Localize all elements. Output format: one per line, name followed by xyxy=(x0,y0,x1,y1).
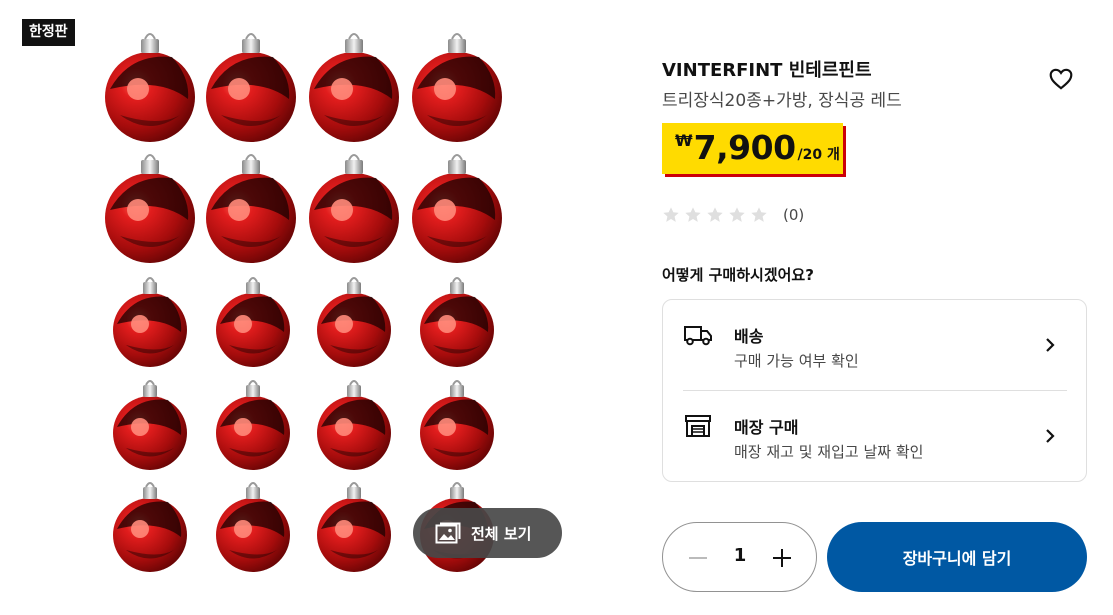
store-subtitle: 매장 재고 및 재입고 날짜 확인 xyxy=(734,443,924,461)
chevron-right-icon xyxy=(1046,429,1055,443)
star-icon xyxy=(729,207,745,222)
delivery-option[interactable]: 배송 구매 가능 여부 확인 xyxy=(663,300,1086,390)
star-icon xyxy=(663,207,679,222)
gallery-icon xyxy=(435,522,461,544)
delivery-title: 배송 xyxy=(734,327,764,346)
purchase-options: 배송 구매 가능 여부 확인 매장 구매 매장 재고 및 재입고 날짜 확인 xyxy=(662,299,1087,482)
price-currency: ₩ xyxy=(675,131,693,150)
price-unit: /20 개 xyxy=(797,147,840,163)
store-option[interactable]: 매장 구매 매장 재고 및 재입고 날짜 확인 xyxy=(663,391,1086,481)
rating[interactable]: (0) xyxy=(662,206,804,224)
store-title: 매장 구매 xyxy=(734,418,799,437)
star-icon xyxy=(685,207,701,222)
heart-icon[interactable] xyxy=(1048,66,1074,92)
plus-icon[interactable] xyxy=(770,546,794,570)
quantity-value[interactable]: 1 xyxy=(725,545,755,566)
product-info: VINTERFINT 빈테르핀트 트리장식20종+가방, 장식공 레드 ₩ 7,… xyxy=(662,0,1087,615)
truck-icon xyxy=(684,326,712,346)
rating-count: (0) xyxy=(783,206,805,224)
limited-edition-badge: 한정판 xyxy=(22,19,75,46)
price-value: 7,900 xyxy=(693,128,796,167)
price-tag: ₩ 7,900 /20 개 xyxy=(662,123,843,174)
chevron-right-icon xyxy=(1046,338,1055,352)
store-icon xyxy=(685,415,711,437)
minus-icon[interactable] xyxy=(686,546,710,570)
product-image[interactable] xyxy=(90,25,520,585)
product-name: VINTERFINT 빈테르핀트 xyxy=(662,60,872,81)
view-all-label: 전체 보기 xyxy=(471,524,532,543)
view-all-button[interactable]: 전체 보기 xyxy=(413,508,562,558)
star-icon xyxy=(751,207,767,222)
star-icon xyxy=(707,207,723,222)
product-gallery: 한정판 전체 보기 xyxy=(0,0,600,615)
quantity-stepper: 1 xyxy=(662,522,817,592)
delivery-subtitle: 구매 가능 여부 확인 xyxy=(734,352,859,370)
product-description: 트리장식20종+가방, 장식공 레드 xyxy=(662,91,902,111)
purchase-question: 어떻게 구매하시겠어요? xyxy=(662,266,814,284)
add-to-cart-button[interactable]: 장바구니에 담기 xyxy=(827,522,1087,592)
